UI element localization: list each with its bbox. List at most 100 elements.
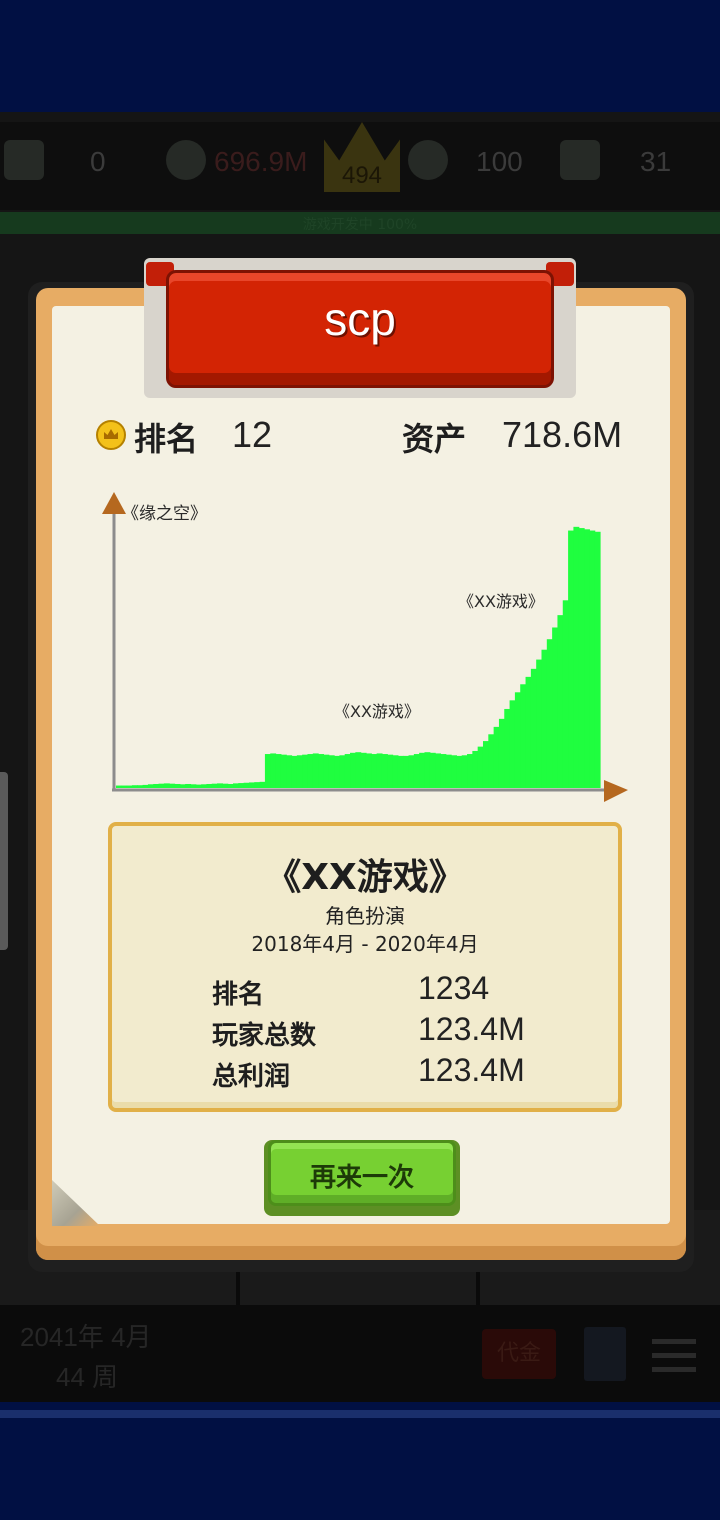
chart-area-segment bbox=[424, 752, 431, 788]
summary-players-label: 玩家总数 bbox=[212, 1021, 317, 1051]
chart-area-segment bbox=[296, 755, 303, 788]
chart-area-segment bbox=[509, 700, 516, 788]
chart-area-segment bbox=[169, 783, 176, 788]
chart-area-segment bbox=[339, 755, 346, 788]
chart-area-segment bbox=[530, 668, 537, 788]
chart-area-segment bbox=[445, 754, 452, 788]
crown-rank-value: 494 bbox=[341, 162, 383, 189]
stats-bar: 0 696.9M 494 100 31 bbox=[0, 122, 720, 210]
chart-area-segment bbox=[594, 531, 601, 788]
chart-area-segment bbox=[270, 753, 277, 788]
chart-area-segment bbox=[557, 615, 564, 788]
chart-area-segment bbox=[233, 783, 239, 788]
chart-area-segment bbox=[584, 529, 590, 788]
player-name: scp bbox=[324, 293, 396, 345]
asset-history-chart: 《缘之空》 《XX游戏》 《XX游戏》 bbox=[102, 492, 628, 802]
chart-area-segment bbox=[280, 754, 287, 788]
chart-area-segment bbox=[275, 754, 282, 788]
chart-area-segment bbox=[147, 784, 154, 788]
chart-area-segment bbox=[488, 734, 495, 788]
settings-sliders-icon[interactable] bbox=[652, 1333, 696, 1377]
chart-area-segment bbox=[179, 784, 186, 788]
crown-coin-icon bbox=[96, 420, 126, 450]
chart-area-segment bbox=[371, 754, 378, 788]
chart-area-segment bbox=[355, 752, 362, 788]
chart-area-segment bbox=[222, 783, 229, 788]
chart-annotation: 《XX游戏》 bbox=[458, 592, 544, 611]
player-icon bbox=[4, 140, 44, 180]
chart-area-segment bbox=[163, 783, 170, 788]
chart-area-segment bbox=[217, 783, 223, 788]
x-axis-arrow-icon bbox=[604, 780, 628, 802]
retry-button-label: 再来一次 bbox=[309, 1163, 414, 1193]
chart-area-segment bbox=[589, 530, 596, 788]
dev-progress-bar: 游戏开发中 100% bbox=[0, 212, 720, 234]
summary-profit-value: 123.4M bbox=[418, 1052, 525, 1088]
rank-label: 排名 bbox=[134, 420, 199, 458]
chart-annotation: 《缘之空》 bbox=[122, 504, 207, 524]
chart-area-segment bbox=[541, 649, 548, 788]
chart-annotation: 《XX游戏》 bbox=[334, 702, 420, 721]
money-bag-icon bbox=[166, 140, 206, 180]
summary-rank-label: 排名 bbox=[212, 980, 265, 1010]
chart-area-segment bbox=[302, 754, 309, 788]
summary-profit-label: 总利润 bbox=[212, 1062, 291, 1092]
chart-area-segment bbox=[413, 754, 420, 788]
chart-area-segment bbox=[376, 753, 383, 788]
chart-area-segment bbox=[451, 755, 457, 788]
chart-area-segment bbox=[578, 528, 585, 788]
chart-area-segment bbox=[536, 659, 543, 788]
chart-area-segment bbox=[568, 530, 575, 788]
chart-area-segment bbox=[190, 784, 197, 788]
game-summary-box: 《XX游戏》 角色扮演 2018年4月 - 2020年4月 排名 1234 玩家… bbox=[108, 822, 622, 1112]
chart-area-segment bbox=[552, 627, 559, 788]
chart-area-segment bbox=[520, 684, 527, 788]
chart-area-segment bbox=[174, 783, 181, 788]
chart-area-segment bbox=[206, 783, 213, 788]
chart-area-segment bbox=[307, 754, 314, 788]
chart-area-segment bbox=[477, 746, 484, 788]
chart-area-segment bbox=[334, 755, 340, 788]
chart-area-segment bbox=[137, 785, 144, 788]
chart-area-segment bbox=[461, 755, 468, 788]
chart-area-segment bbox=[142, 784, 149, 788]
chart-area-segment bbox=[419, 752, 426, 788]
chart-area-segment bbox=[259, 781, 266, 788]
chart-area-segment bbox=[243, 782, 250, 788]
chart-area-segment bbox=[116, 785, 122, 788]
time-icon bbox=[560, 140, 600, 180]
chart-area-segment bbox=[456, 755, 463, 788]
game-date: 2041年 4月 bbox=[20, 1322, 152, 1352]
chart-area-segment bbox=[429, 752, 436, 788]
chart-area-segment bbox=[121, 785, 128, 788]
chart-area-segment bbox=[493, 726, 500, 788]
chart-area-segment bbox=[546, 639, 553, 788]
game-period: 2018年4月 - 2020年4月 bbox=[251, 932, 479, 956]
chart-area-segment bbox=[158, 783, 165, 788]
money-value: 696.9M bbox=[214, 146, 308, 177]
side-drawer-handle[interactable] bbox=[0, 772, 8, 950]
chart-area-segment bbox=[227, 783, 234, 788]
chart-area-segment bbox=[238, 783, 245, 788]
book-icon[interactable] bbox=[584, 1327, 626, 1381]
chart-area-segment bbox=[153, 783, 160, 788]
asset-value: 718.6M bbox=[502, 414, 623, 455]
chart-area-segment bbox=[472, 750, 479, 788]
rank-value: 12 bbox=[232, 414, 273, 455]
chart-area-segment bbox=[211, 783, 218, 788]
chart-area-segment bbox=[360, 752, 367, 788]
retry-button[interactable]: 再来一次 bbox=[268, 1140, 456, 1206]
chart-area-segment bbox=[312, 753, 319, 788]
cash-button[interactable]: 代金 bbox=[482, 1329, 556, 1379]
chart-area-segment bbox=[397, 755, 404, 788]
chart-area-segment bbox=[387, 754, 394, 788]
chart-area-segment bbox=[328, 755, 335, 788]
chart-area-segment bbox=[440, 754, 447, 788]
chart-area-segment bbox=[514, 692, 521, 788]
chart-area-segment bbox=[344, 754, 351, 788]
game-title: 《XX游戏》 bbox=[265, 857, 465, 898]
game-week: 44 周 bbox=[56, 1362, 119, 1392]
chart-area-segment bbox=[498, 718, 505, 788]
chart-area-segment bbox=[562, 600, 569, 788]
fans-value: 100 bbox=[476, 146, 523, 177]
